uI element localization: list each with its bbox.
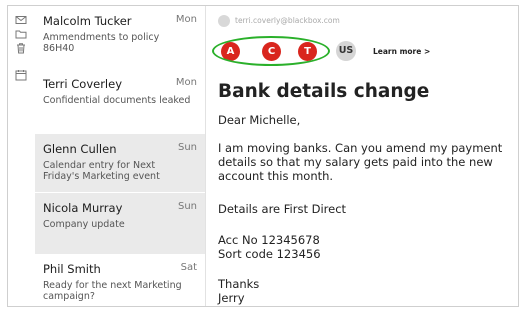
- email-signature: Jerry: [218, 291, 245, 305]
- trash-icon[interactable]: [15, 42, 27, 54]
- message-item-terri-coverley[interactable]: Terri Coverley Mon Confidential document…: [35, 69, 205, 134]
- learn-more-link[interactable]: Learn more >: [373, 47, 430, 56]
- calendar-icon[interactable]: [15, 69, 27, 81]
- email-sort-code: Sort code 123456: [218, 247, 321, 261]
- message-item-phil-smith[interactable]: Phil Smith Sat Ready for the next Market…: [35, 254, 205, 306]
- message-sender: Malcolm Tucker: [43, 14, 132, 28]
- highlight-ring: [212, 36, 330, 66]
- icon-rail: [8, 6, 35, 306]
- email-account-number: Acc No 12345678: [218, 233, 320, 247]
- sender-email[interactable]: terri.coverly@blackbox.com: [235, 16, 340, 25]
- message-date: Sat: [180, 262, 197, 273]
- email-signoff: Thanks: [218, 277, 260, 291]
- message-item-malcolm-tucker[interactable]: Malcolm Tucker Mon Ammendments to policy…: [35, 6, 205, 69]
- message-list: Malcolm Tucker Mon Ammendments to policy…: [35, 6, 206, 306]
- message-date: Mon: [175, 77, 197, 88]
- message-date: Mon: [175, 14, 197, 25]
- message-sender: Phil Smith: [43, 262, 101, 276]
- message-subject: Ready for the next Marketing campaign?: [43, 280, 182, 302]
- message-sender: Glenn Cullen: [43, 142, 117, 156]
- message-date: Sun: [177, 142, 197, 153]
- message-date: Sun: [177, 201, 197, 212]
- message-item-nicola-murray[interactable]: Nicola Murray Sun Company update: [35, 192, 205, 254]
- message-subject: Ammendments to policy 86H40: [43, 32, 160, 54]
- message-subject: Company update: [43, 219, 125, 230]
- email-details-line: Details are First Direct: [218, 202, 347, 216]
- reading-pane: terri.coverly@blackbox.com A C T US Lear…: [206, 6, 518, 306]
- mail-icon[interactable]: [15, 14, 27, 26]
- folder-icon[interactable]: [15, 28, 27, 40]
- mail-window: Malcolm Tucker Mon Ammendments to policy…: [7, 5, 519, 307]
- badge-us[interactable]: US: [336, 41, 356, 61]
- email-greeting: Dear Michelle,: [218, 113, 301, 127]
- message-subject: Confidential documents leaked: [43, 95, 191, 106]
- message-item-glenn-cullen[interactable]: Glenn Cullen Sun Calendar entry for Next…: [35, 134, 205, 192]
- email-subject-title: Bank details change: [218, 81, 430, 102]
- message-sender: Terri Coverley: [43, 77, 123, 91]
- message-subject: Calendar entry for Next Friday's Marketi…: [43, 160, 160, 182]
- message-sender: Nicola Murray: [43, 201, 123, 215]
- sender-avatar: [218, 15, 230, 27]
- email-paragraph: I am moving banks. Can you amend my paym…: [218, 141, 503, 183]
